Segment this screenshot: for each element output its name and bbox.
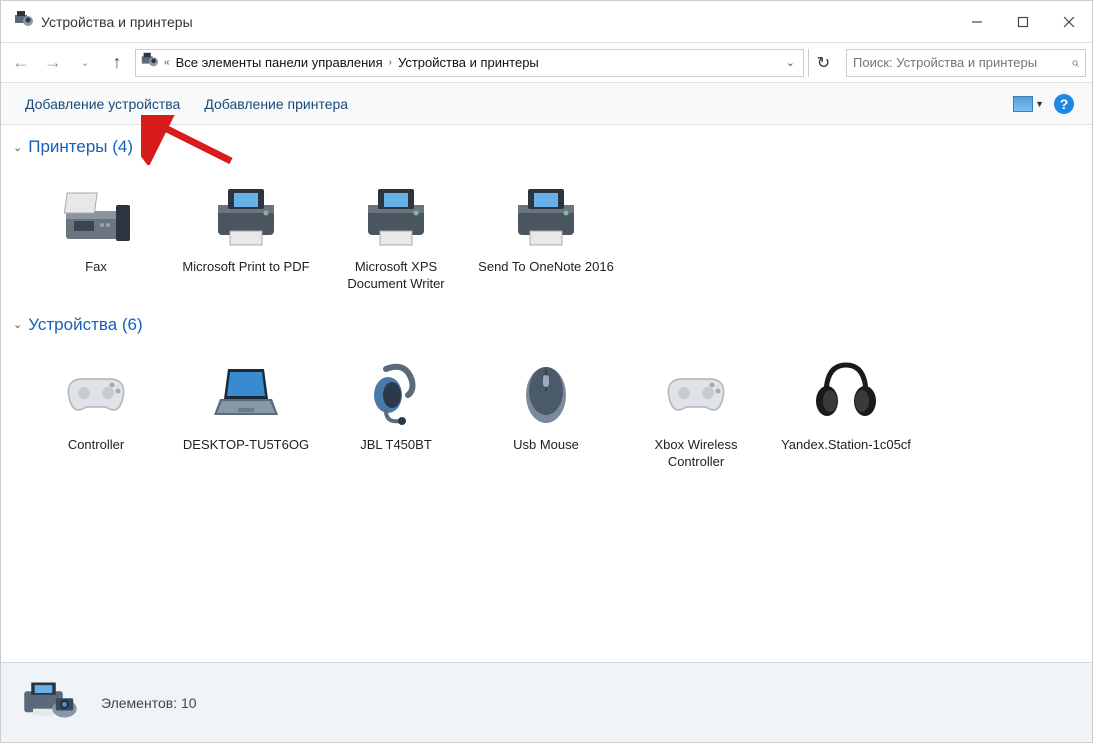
gamepad-icon (656, 351, 736, 431)
add-printer-button[interactable]: Добавление принтера (192, 90, 360, 118)
item-label: DESKTOP-TU5T6OG (183, 437, 309, 454)
group-devices-header[interactable]: ⌄ Устройства (6) (11, 309, 1082, 341)
window-controls (954, 1, 1092, 42)
chevron-right-icon: › (389, 57, 392, 68)
device-ms-print-pdf[interactable]: Microsoft Print to PDF (171, 167, 321, 299)
recent-dropdown[interactable]: ⌄ (71, 49, 99, 77)
status-count: Элементов: 10 (101, 695, 197, 711)
up-button[interactable]: ↑ (103, 49, 131, 77)
help-button[interactable]: ? (1054, 94, 1074, 114)
refresh-button[interactable]: ↻ (808, 49, 838, 77)
item-label: JBL T450BT (360, 437, 432, 454)
chevron-down-icon: ⌄ (13, 141, 22, 154)
item-label: Usb Mouse (513, 437, 579, 454)
forward-button[interactable]: → (39, 49, 67, 77)
printer-icon (506, 173, 586, 253)
search-box[interactable]: ⌕ (846, 49, 1086, 77)
device-xbox[interactable]: Xbox Wireless Controller (621, 345, 771, 477)
device-yandex[interactable]: Yandex.Station-1c05cf (771, 345, 921, 477)
item-label: Fax (85, 259, 107, 276)
group-printers-header[interactable]: ⌄ Принтеры (4) (11, 131, 1082, 163)
breadcrumb-icon (140, 51, 158, 74)
search-input[interactable] (853, 55, 1071, 70)
maximize-button[interactable] (1000, 1, 1046, 42)
gamepad-icon (56, 351, 136, 431)
device-ms-xps[interactable]: Microsoft XPS Document Writer (321, 167, 471, 299)
back-button[interactable]: ← (7, 49, 35, 77)
device-onenote[interactable]: Send To OneNote 2016 (471, 167, 621, 299)
mouse-icon (506, 351, 586, 431)
breadcrumb[interactable]: « Все элементы панели управления › Устро… (135, 49, 804, 77)
item-label: Xbox Wireless Controller (627, 437, 765, 471)
item-label: Controller (68, 437, 124, 454)
group-devices-items: Controller DESKTOP-TU5T6OG JBL T450BT Us… (11, 341, 1082, 487)
device-controller[interactable]: Controller (21, 345, 171, 477)
breadcrumb-current[interactable]: Устройства и принтеры (398, 55, 539, 70)
headset-icon (356, 351, 436, 431)
chevron-down-icon: ▼ (1035, 99, 1044, 109)
item-label: Send To OneNote 2016 (478, 259, 614, 276)
titlebar-icon (13, 9, 33, 34)
breadcrumb-drop[interactable]: ⌄ (786, 56, 795, 69)
content-area: ⌄ Принтеры (4) Fax Microsoft Print to PD… (1, 125, 1092, 630)
device-jbl[interactable]: JBL T450BT (321, 345, 471, 477)
view-icon (1013, 96, 1033, 112)
item-label: Yandex.Station-1c05cf (781, 437, 911, 454)
window-title: Устройства и принтеры (41, 14, 954, 30)
breadcrumb-parent[interactable]: Все элементы панели управления (176, 55, 383, 70)
group-printers-label: Принтеры (4) (28, 137, 133, 157)
group-devices-label: Устройства (6) (28, 315, 142, 335)
laptop-icon (206, 351, 286, 431)
device-fax[interactable]: Fax (21, 167, 171, 299)
search-icon[interactable]: ⌕ (1071, 54, 1079, 71)
chevron-down-icon: ⌄ (13, 318, 22, 331)
minimize-button[interactable] (954, 1, 1000, 42)
status-icon (19, 673, 89, 732)
device-desktop[interactable]: DESKTOP-TU5T6OG (171, 345, 321, 477)
headphones-icon (806, 351, 886, 431)
fax-icon (56, 173, 136, 253)
view-button[interactable]: ▼ (1013, 96, 1044, 112)
item-label: Microsoft Print to PDF (182, 259, 309, 276)
status-bar: Элементов: 10 (1, 662, 1092, 742)
breadcrumb-sep: « (164, 57, 170, 68)
group-printers-items: Fax Microsoft Print to PDF Microsoft XPS… (11, 163, 1082, 309)
printer-icon (206, 173, 286, 253)
titlebar: Устройства и принтеры (1, 1, 1092, 43)
printer-icon (356, 173, 436, 253)
device-usbmouse[interactable]: Usb Mouse (471, 345, 621, 477)
navbar: ← → ⌄ ↑ « Все элементы панели управления… (1, 43, 1092, 83)
item-label: Microsoft XPS Document Writer (327, 259, 465, 293)
close-button[interactable] (1046, 1, 1092, 42)
add-device-button[interactable]: Добавление устройства (13, 90, 192, 118)
toolbar: Добавление устройства Добавление принтер… (1, 83, 1092, 125)
